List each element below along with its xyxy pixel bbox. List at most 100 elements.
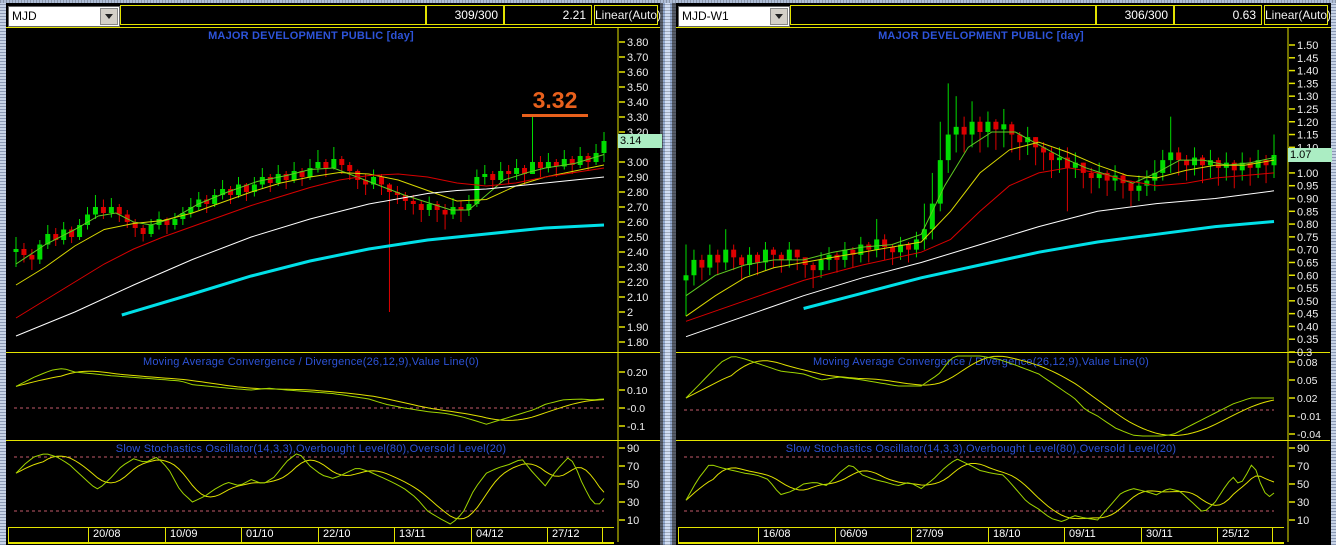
axis-tick-label: 0.55 <box>1297 283 1318 295</box>
axis-tick-label: 3.00 <box>627 157 648 169</box>
price-annotation: 3.32 <box>522 87 588 117</box>
series-line <box>15 370 605 421</box>
axis-tick-label: 1.20 <box>1297 117 1318 129</box>
axis-tick-label: 0.70 <box>1297 245 1318 257</box>
date-cell: 09/11 <box>1064 528 1141 542</box>
axis-tick-label: 3.40 <box>627 97 648 109</box>
axis-tick-label: -0.1 <box>627 421 645 433</box>
series-line <box>803 220 1275 310</box>
date-cell: 18/10 <box>988 528 1064 542</box>
date-cell: 10/09 <box>165 528 241 542</box>
date-cell: 16/08 <box>758 528 835 542</box>
series-line <box>685 355 1275 437</box>
axis-tick-label: 10 <box>1297 515 1309 527</box>
axis-tick-label: 2.20 <box>627 277 648 289</box>
axis-tick-label: 0.10 <box>627 385 648 397</box>
date-axis: 20/08 10/09 01/10 22/10 13/11 04/12 27/12 <box>8 527 614 543</box>
axis-tick-label: 2.10 <box>627 292 648 304</box>
axis-tick-label: 1.40 <box>1297 66 1318 78</box>
window-right-edge <box>1331 3 1336 545</box>
axis-tick-label: 0.80 <box>1297 219 1318 231</box>
axis-tick-label: 0.45 <box>1297 309 1318 321</box>
axis-tick-label: 3.70 <box>627 52 648 64</box>
axis-tick-label: 0.40 <box>1297 321 1318 333</box>
series-line <box>15 453 605 525</box>
date-axis: 16/08 06/09 27/09 18/10 09/11 30/11 25/12 <box>678 527 1284 543</box>
axis-tick-label: -0.04 <box>1297 429 1321 441</box>
date-cell <box>8 528 88 542</box>
series-line <box>15 368 605 425</box>
series-line <box>15 176 605 337</box>
axis-tick-label: 3.60 <box>627 67 648 79</box>
axis-tick-label: 90 <box>627 443 639 455</box>
axis-tick-label: 0.95 <box>1297 181 1318 193</box>
axis-tick-label: 30 <box>1297 497 1309 509</box>
last-price-tag: 3.14 <box>618 134 662 148</box>
panel-splitter[interactable] <box>660 3 676 545</box>
axis-tick-label: 2.70 <box>627 202 648 214</box>
series-line <box>15 167 605 319</box>
date-cell <box>1272 528 1284 542</box>
date-cell <box>678 528 758 542</box>
axis-tick-label: 50 <box>1297 479 1309 491</box>
date-cell: 27/09 <box>911 528 988 542</box>
chart-panel-mjd: MJD 309/300 2.21 Linear(Auto) MAJOR DEVE… <box>6 3 662 545</box>
axis-tick-label: 0.75 <box>1297 232 1318 244</box>
date-cell: 01/10 <box>241 528 318 542</box>
axis-tick-label: 2.60 <box>627 217 648 229</box>
series-line <box>685 355 1274 437</box>
axis-tick-label: 0.85 <box>1297 206 1318 218</box>
axis-tick-label: 2.50 <box>627 232 648 244</box>
date-cell: 06/09 <box>835 528 911 542</box>
axis-tick-label: 0.08 <box>1297 357 1318 369</box>
date-cell: 13/11 <box>394 528 471 542</box>
axis-tick-label: 2.90 <box>627 172 648 184</box>
chart-canvas[interactable]: 1.501.451.401.351.301.251.201.151.101.00… <box>676 3 1331 545</box>
axis-tick-label: 0.20 <box>627 367 648 379</box>
axis-tick-label: 1.45 <box>1297 53 1318 65</box>
date-cell <box>602 528 614 542</box>
axis-tick-label: 0.35 <box>1297 334 1318 346</box>
date-cell: 30/11 <box>1141 528 1217 542</box>
chart-canvas[interactable]: 3.803.703.603.503.403.303.203.002.902.80… <box>6 3 660 545</box>
axis-tick-label: 1.80 <box>627 337 648 349</box>
series-line <box>685 131 1275 297</box>
date-cell: 27/12 <box>547 528 602 542</box>
axis-tick-label: 3.50 <box>627 82 648 94</box>
axis-tick-label: 1.90 <box>627 322 648 334</box>
axis-tick-label: 70 <box>627 461 639 473</box>
axis-tick-label: 3.30 <box>627 112 648 124</box>
charting-app-window: MJD 309/300 2.21 Linear(Auto) MAJOR DEVE… <box>0 0 1336 545</box>
axis-tick-label: 2.40 <box>627 247 648 259</box>
axis-tick-label: -0.0 <box>627 403 645 415</box>
axis-tick-label: 50 <box>627 479 639 491</box>
date-cell: 25/12 <box>1217 528 1272 542</box>
series-line <box>685 458 1275 523</box>
axis-tick-label: 10 <box>627 515 639 527</box>
axis-tick-label: 0.90 <box>1297 194 1318 206</box>
axis-tick-label: 70 <box>1297 461 1309 473</box>
axis-tick-label: 1.35 <box>1297 78 1318 90</box>
axis-tick-label: 0.60 <box>1297 270 1318 282</box>
axis-tick-label: 2.80 <box>627 187 648 199</box>
axis-tick-label: 3.80 <box>627 37 648 49</box>
date-cell: 22/10 <box>318 528 394 542</box>
axis-tick-label: 1.25 <box>1297 104 1318 116</box>
date-cell: 20/08 <box>88 528 165 542</box>
axis-tick-label: 0.02 <box>1297 393 1318 405</box>
axis-tick-label: 1.15 <box>1297 130 1318 142</box>
axis-tick-label: 0.65 <box>1297 257 1318 269</box>
series-line <box>121 223 605 317</box>
axis-tick-label: 1.00 <box>1297 168 1318 180</box>
last-price-tag: 1.07 <box>1288 148 1332 162</box>
axis-tick-label: 1.30 <box>1297 91 1318 103</box>
axis-tick-label: 90 <box>1297 443 1309 455</box>
axis-tick-label: 2.30 <box>627 262 648 274</box>
series-line <box>685 463 1275 520</box>
axis-tick-label: -0.01 <box>1297 411 1321 423</box>
chart-panel-mjd-w1: MJD-W1 306/300 0.63 Linear(Auto) MAJOR D… <box>676 3 1332 545</box>
date-cell: 04/12 <box>471 528 547 542</box>
axis-tick-label: 0.50 <box>1297 296 1318 308</box>
axis-tick-label: 0.05 <box>1297 375 1318 387</box>
axis-tick-label: 30 <box>627 497 639 509</box>
